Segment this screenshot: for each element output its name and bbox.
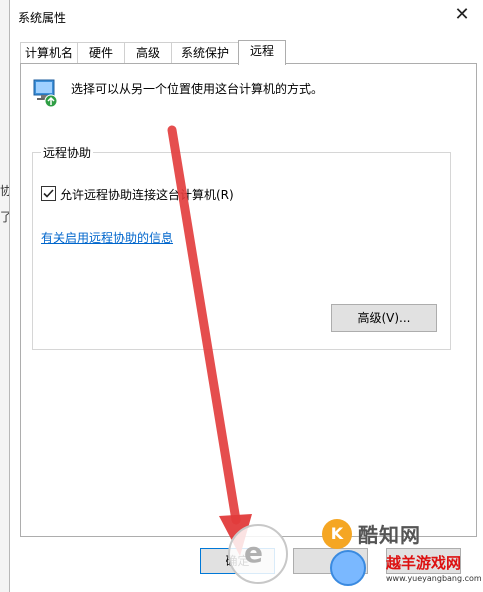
kuzhi-watermark-text: 酷知网 (358, 523, 421, 547)
kuzhi-logo-icon: K (322, 519, 352, 549)
yueyang-logo-icon (330, 550, 366, 586)
watermark-badge: e (228, 524, 288, 584)
yueyang-watermark-text: 越羊游戏网 (386, 554, 462, 572)
tab-remote[interactable]: 远程 (238, 40, 286, 65)
watermark-badge-icon: e (244, 536, 263, 569)
yueyang-watermark: 越羊游戏网 www.yueyangbang.com (330, 548, 482, 592)
red-arrow-annotation (167, 125, 252, 556)
yueyang-watermark-url: www.yueyangbang.com (386, 574, 482, 583)
